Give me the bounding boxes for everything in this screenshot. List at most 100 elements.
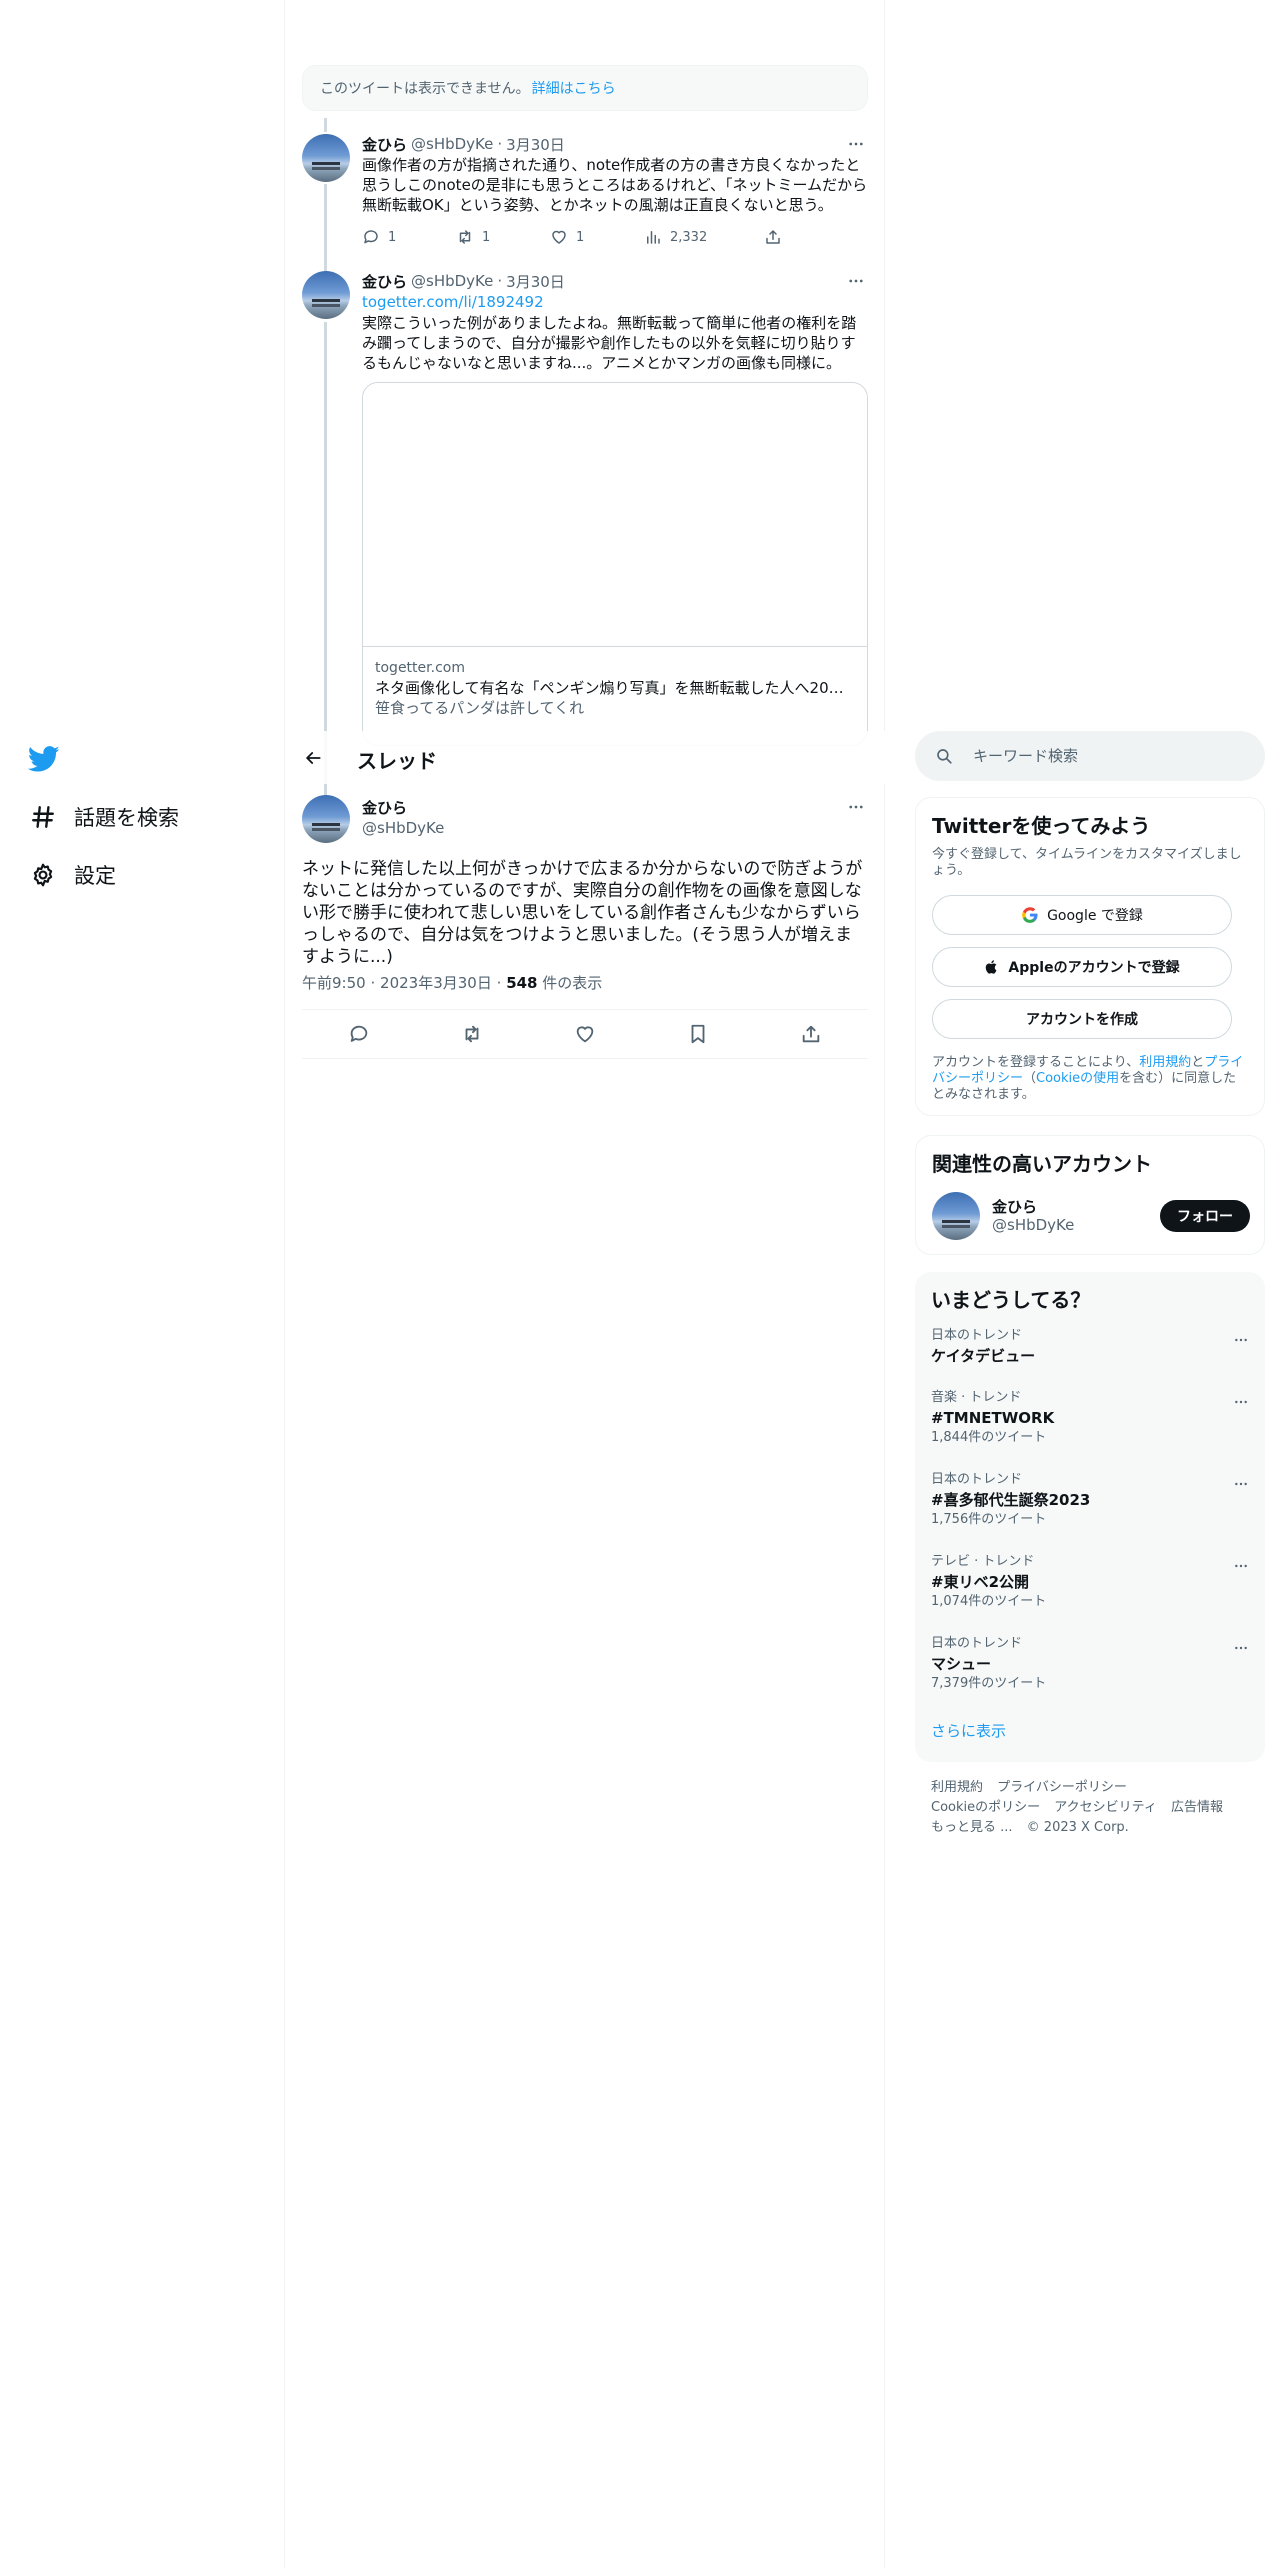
- thread-connector: [324, 118, 327, 132]
- google-signup-label: Google で登録: [1047, 908, 1143, 924]
- trends-box: いまどうしてる？ 日本のトレンド ケイタデビュー 音楽 · トレンド #TMNE…: [915, 1272, 1265, 1762]
- separator-dot: ·: [497, 135, 503, 153]
- apple-signup-button[interactable]: Appleのアカウントで登録: [932, 947, 1232, 987]
- back-button[interactable]: [295, 740, 331, 776]
- more-icon[interactable]: [844, 269, 868, 293]
- more-icon[interactable]: [844, 795, 868, 819]
- tweet-meta: 午前9:50 · 2023年3月30日 · 548 件の表示: [302, 973, 602, 993]
- author-handle[interactable]: @sHbDyKe: [411, 272, 493, 290]
- relevant-accounts-box: 関連性の高いアカウント 金ひら @sHbDyKe フォロー: [915, 1135, 1265, 1255]
- more-icon[interactable]: [1229, 1472, 1253, 1496]
- author-name[interactable]: 金ひら: [362, 798, 444, 818]
- footer-more-link[interactable]: もっと見る ...: [931, 1820, 1013, 1835]
- account-name[interactable]: 金ひら: [992, 1196, 1037, 1217]
- footer-cookie-link[interactable]: Cookieのポリシー: [931, 1800, 1040, 1815]
- search-bar[interactable]: [915, 731, 1265, 781]
- author-name[interactable]: 金ひら: [362, 271, 407, 292]
- search-input[interactable]: [973, 747, 1253, 765]
- legal-text: アカウントを登録することにより、: [932, 1055, 1140, 1070]
- share-icon: [803, 1025, 820, 1043]
- share-button[interactable]: [791, 1014, 831, 1054]
- footer-privacy-link[interactable]: プライバシーポリシー: [997, 1780, 1127, 1795]
- tweet-time[interactable]: 午前9:50: [302, 974, 366, 992]
- like-button[interactable]: [565, 1014, 605, 1054]
- hashtag-icon: [28, 802, 58, 832]
- author-name[interactable]: 金ひら: [362, 134, 407, 155]
- relevant-title: 関連性の高いアカウント: [932, 1152, 1152, 1176]
- card-description: 笹食ってるパンダは許してくれ: [375, 699, 585, 717]
- nav-explore[interactable]: 話題を検索: [28, 802, 179, 832]
- tweet-actions: 1 1 1 2,332: [362, 225, 868, 249]
- retweet-icon: [459, 230, 471, 244]
- card-image[interactable]: [363, 383, 867, 647]
- trend-category: テレビ · トレンド: [931, 1554, 1035, 1569]
- nav-settings[interactable]: 設定: [28, 860, 116, 890]
- tweet-date[interactable]: 2023年3月30日: [380, 974, 492, 992]
- trend-category: 日本のトレンド: [931, 1472, 1023, 1487]
- trend-count: 1,756件のツイート: [931, 1512, 1047, 1527]
- heart-icon: [576, 1026, 594, 1043]
- reply-icon: [350, 1025, 367, 1042]
- retweet-button[interactable]: [452, 1014, 492, 1054]
- more-icon[interactable]: [1229, 1636, 1253, 1660]
- like-button[interactable]: 1: [550, 228, 644, 246]
- create-account-button[interactable]: アカウントを作成: [932, 999, 1232, 1039]
- more-icon[interactable]: [1229, 1390, 1253, 1414]
- author-handle[interactable]: @sHbDyKe: [411, 135, 493, 153]
- views-label: 件の表示: [537, 974, 603, 992]
- like-count: 1: [576, 229, 585, 245]
- terms-link[interactable]: 利用規約: [1139, 1055, 1191, 1070]
- avatar[interactable]: [302, 795, 350, 843]
- legal-text: と: [1191, 1055, 1205, 1070]
- follow-button[interactable]: フォロー: [1160, 1200, 1250, 1232]
- learn-more-link[interactable]: 詳細はこちら: [532, 78, 616, 98]
- author-handle[interactable]: @sHbDyKe: [362, 818, 444, 838]
- tweet-date[interactable]: 3月30日: [506, 271, 565, 292]
- more-icon[interactable]: [844, 132, 868, 156]
- avatar[interactable]: [302, 271, 350, 319]
- retweet-count: 1: [482, 229, 491, 245]
- account-handle[interactable]: @sHbDyKe: [992, 1216, 1074, 1234]
- signup-subtitle: 今すぐ登録して、タイムラインをカスタマイズしましょう。: [932, 847, 1242, 878]
- view-count: 2,332: [670, 229, 708, 245]
- avatar[interactable]: [932, 1192, 980, 1240]
- reply-button[interactable]: 1: [362, 228, 456, 246]
- separator-dot: ·: [370, 974, 376, 992]
- trend-item[interactable]: 日本のトレンド マシュー 7,379件のツイート: [931, 1636, 1249, 1692]
- reply-button[interactable]: [339, 1014, 379, 1054]
- trend-item[interactable]: 日本のトレンド ケイタデビュー: [931, 1328, 1249, 1366]
- view-count: 548: [506, 974, 538, 992]
- google-signup-button[interactable]: Google で登録: [932, 895, 1232, 935]
- trend-category: 日本のトレンド: [931, 1328, 1023, 1343]
- trend-name: #東リベ2公開: [931, 1573, 1030, 1591]
- bookmark-button[interactable]: [678, 1014, 718, 1054]
- tweet-date[interactable]: 3月30日: [506, 134, 565, 155]
- trend-name: ケイタデビュー: [931, 1347, 1036, 1365]
- footer-accessibility-link[interactable]: アクセシビリティ: [1054, 1800, 1157, 1815]
- trend-item[interactable]: 音楽 · トレンド #TMNETWORK 1,844件のツイート: [931, 1390, 1249, 1446]
- retweet-button[interactable]: 1: [456, 228, 550, 246]
- tweet-link[interactable]: togetter.com/li/1892492: [362, 292, 868, 312]
- main-column: このツイートは表示できません。 詳細はこちら 金ひら @sHbDyKe · 3月…: [285, 0, 885, 2568]
- footer-ads-link[interactable]: 広告情報: [1171, 1800, 1223, 1815]
- trend-item[interactable]: 日本のトレンド #喜多郁代生誕祭2023 1,756件のツイート: [931, 1472, 1249, 1528]
- footer-terms-link[interactable]: 利用規約: [931, 1780, 983, 1795]
- cookie-link[interactable]: Cookieの使用: [1036, 1071, 1119, 1086]
- more-icon[interactable]: [1229, 1554, 1253, 1578]
- twitter-bird-icon[interactable]: [27, 743, 60, 775]
- footer-copyright: © 2023 X Corp.: [1026, 1820, 1129, 1835]
- account-row[interactable]: 金ひら @sHbDyKe フォロー: [932, 1192, 1250, 1242]
- trend-count: 1,074件のツイート: [931, 1594, 1047, 1609]
- search-icon: [937, 749, 952, 764]
- legal-text: （: [1023, 1071, 1037, 1086]
- link-card[interactable]: togetter.com ネタ画像化して有名な「ペンギン煽り写真」を無断転載した…: [362, 382, 868, 746]
- more-icon[interactable]: [1229, 1328, 1253, 1352]
- trends-title: いまどうしてる？: [931, 1288, 1091, 1312]
- tweet-text: 画像作者の方が指摘された通り、note作成者の方の書き方良くなかったと思うしこの…: [362, 156, 868, 214]
- avatar[interactable]: [302, 134, 350, 182]
- show-more-link[interactable]: さらに表示: [931, 1720, 1006, 1741]
- views-button[interactable]: 2,332: [644, 228, 764, 246]
- unavailable-text: このツイートは表示できません。: [320, 81, 530, 97]
- share-button[interactable]: [764, 228, 782, 246]
- trend-item[interactable]: テレビ · トレンド #東リベ2公開 1,074件のツイート: [931, 1554, 1249, 1610]
